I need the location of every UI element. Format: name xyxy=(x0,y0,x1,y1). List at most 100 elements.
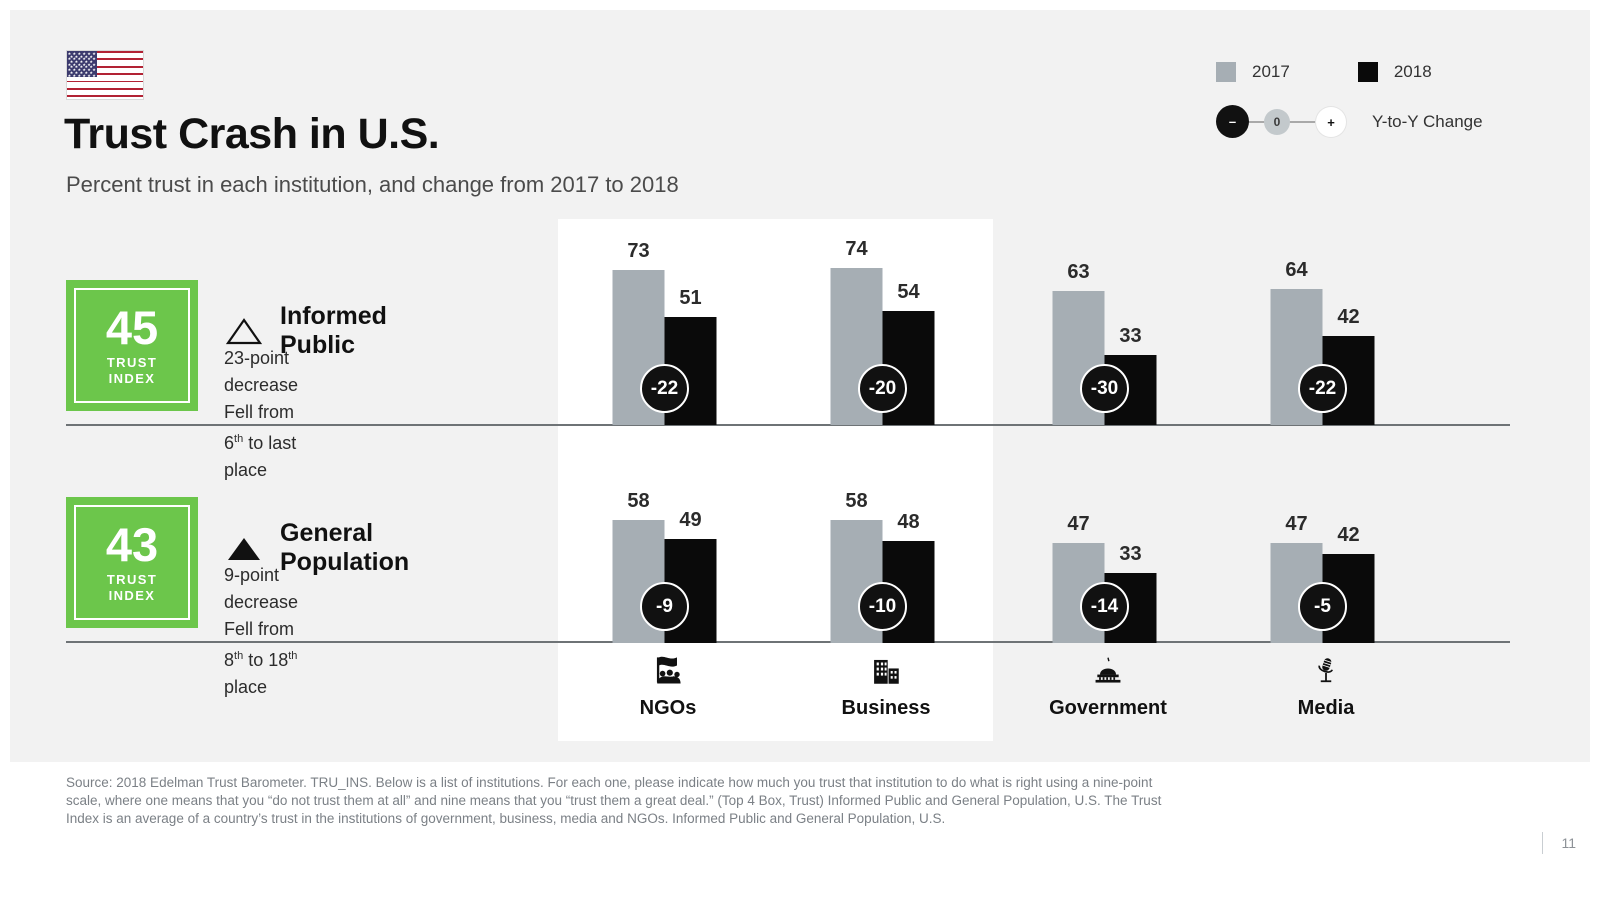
trust-index-box: 43 TRUST INDEX xyxy=(66,497,198,628)
category-label-group: Media xyxy=(1216,653,1436,720)
bar-pair: 47 42 -5 xyxy=(1249,437,1404,643)
legend-swatch-2017 xyxy=(1216,62,1236,82)
page-title: Trust Crash in U.S. xyxy=(64,110,440,158)
category-label-group: NGOs xyxy=(558,653,778,720)
delta-badge: -30 xyxy=(1080,364,1129,413)
audience-detail-line2: Fell from 8th to 18th place xyxy=(224,616,298,701)
delta-badge: -14 xyxy=(1080,582,1129,631)
y-to-y-change-scale: – 0 + Y-to-Y Change xyxy=(1216,105,1483,139)
chart-row-general-population: 47 42 -5 xyxy=(1216,437,1436,643)
chart-group-ngos: 73 51 -22 58 49 -9 NGOs xyxy=(558,219,778,744)
chart-row-informed-public: 74 54 -20 xyxy=(776,219,996,425)
trust-index-value: 43 xyxy=(105,517,159,571)
chart-row-general-population: 58 49 -9 xyxy=(558,437,778,643)
detail-post: place xyxy=(224,677,268,697)
delta-badge: -22 xyxy=(640,364,689,413)
detail-sup: th xyxy=(234,433,244,445)
legend-label-2018: 2018 xyxy=(1393,62,1432,81)
scale-caption: Y-to-Y Change xyxy=(1372,112,1483,131)
flag-stripe xyxy=(67,95,143,98)
bar-pair: 73 51 -22 xyxy=(591,219,746,425)
audience-name: General Population xyxy=(280,519,410,576)
footer: Source: 2018 Edelman Trust Barometer. TR… xyxy=(0,762,1600,902)
chart-row-informed-public: 64 42 -22 xyxy=(1216,219,1436,425)
page-number-value: 11 xyxy=(1561,835,1576,851)
ngo-flag-icon xyxy=(558,653,778,687)
bar-value-label: 64 xyxy=(1285,259,1308,281)
flag-stripe xyxy=(67,91,143,94)
delta-badge: -9 xyxy=(640,582,689,631)
audience-detail-line1: 23-point decrease xyxy=(224,348,299,395)
legend: 2017 2018 xyxy=(1216,62,1432,82)
bar-chart: 73 51 -22 58 49 -9 NGOs 74 54 -20 58 48 -10 Business 6… xyxy=(558,219,1548,744)
bar-value-label: 49 xyxy=(679,509,702,531)
source-note: Source: 2018 Edelman Trust Barometer. TR… xyxy=(66,775,1162,826)
trust-index-caption: TRUST INDEX xyxy=(107,355,157,387)
bar-value-label: 48 xyxy=(897,511,920,533)
category-label: Business xyxy=(841,697,931,719)
triangle-outline-icon xyxy=(224,316,264,346)
bar-value-label: 47 xyxy=(1067,513,1090,535)
flag-star-icon: ★ xyxy=(77,72,82,78)
audience-detail: 9-point decrease Fell from 8th to 18th p… xyxy=(224,562,298,701)
bar-value-label: 42 xyxy=(1337,306,1360,328)
bar-value-label: 47 xyxy=(1285,513,1308,535)
page-number: 11 xyxy=(1542,832,1576,854)
chart-row-general-population: 58 48 -10 xyxy=(776,437,996,643)
chart-group-government: 63 33 -30 47 33 -14 Government xyxy=(998,219,1218,744)
scale-node-plus-icon: + xyxy=(1316,107,1346,137)
scale-node-minus-icon: – xyxy=(1216,105,1249,138)
government-capitol-icon xyxy=(998,653,1218,687)
trust-index-caption-line2: INDEX xyxy=(108,587,156,603)
bar-pair: 58 49 -9 xyxy=(591,437,746,643)
bar-value-label: 42 xyxy=(1337,524,1360,546)
chart-row-informed-public: 63 33 -30 xyxy=(998,219,1218,425)
flag-star-icon: ★ xyxy=(67,72,72,78)
business-building-icon xyxy=(776,653,996,687)
trust-index-caption-line1: TRUST xyxy=(106,354,158,370)
bar-value-label: 54 xyxy=(897,281,920,303)
chart-row-general-population: 47 33 -14 xyxy=(998,437,1218,643)
flag-star-icon: ★ xyxy=(92,72,96,78)
bar-value-label: 33 xyxy=(1119,543,1142,565)
trust-index-value: 45 xyxy=(105,300,159,354)
detail-mid: to 18 xyxy=(243,650,289,670)
bar-value-label: 33 xyxy=(1119,325,1142,347)
legend-label-2017: 2017 xyxy=(1252,62,1290,81)
slide: ★ ★ ★ ★ ★ ★ ★ ★ ★ ★ ★ ★ ★ ★ ★ ★ ★ ★ ★ ★ ★ ★ ★ ★ ★ ★ ★ ★ ★ ★ ★ ★ ★ ★ ★ ★ ★ ★ ★ ★… xyxy=(0,0,1600,902)
category-label-group: Business xyxy=(776,653,996,720)
bar-pair: 74 54 -20 xyxy=(809,219,964,425)
bar-value-label: 73 xyxy=(627,240,650,262)
category-label: Government xyxy=(1049,697,1167,719)
flag-star-icon: ★ xyxy=(72,72,77,78)
legend-item-2018: 2018 xyxy=(1357,62,1432,82)
flag-stripe xyxy=(67,84,143,87)
delta-badge: -10 xyxy=(858,582,907,631)
bar-pair: 58 48 -10 xyxy=(809,437,964,643)
chart-group-media: 64 42 -22 47 42 -5 Media xyxy=(1216,219,1436,744)
trust-index-caption-line2: INDEX xyxy=(108,370,156,386)
page-divider xyxy=(1542,832,1544,854)
category-label: Media xyxy=(1297,697,1355,719)
trust-index-caption: TRUST INDEX xyxy=(107,572,157,604)
audience-detail: 23-point decrease Fell from 6th to last … xyxy=(224,345,298,484)
delta-badge: -20 xyxy=(858,364,907,413)
category-label-group: Government xyxy=(998,653,1218,720)
page-subtitle: Percent trust in each institution, and c… xyxy=(66,172,679,197)
flag-canton: ★ ★ ★ ★ ★ ★ ★ ★ ★ ★ ★ ★ ★ ★ ★ ★ ★ ★ ★ ★ ★ ★ ★ ★ ★ ★ ★ ★ ★ ★ ★ ★ ★ ★ ★ ★ ★ ★ ★ ★… xyxy=(67,51,98,78)
bar-value-label: 51 xyxy=(679,287,702,309)
delta-badge: -22 xyxy=(1298,364,1347,413)
trust-index-box: 45 TRUST INDEX xyxy=(66,280,198,411)
chart-row-informed-public: 73 51 -22 xyxy=(558,219,778,425)
flag-star-icon: ★ xyxy=(82,72,86,78)
media-microphone-icon xyxy=(1216,653,1436,687)
detail-sup2: th xyxy=(288,650,298,662)
flag-stripe xyxy=(67,80,143,83)
bar-pair: 63 33 -30 xyxy=(1031,219,1186,425)
trust-index-inner: 43 TRUST INDEX xyxy=(74,505,190,620)
bar-pair: 64 42 -22 xyxy=(1249,219,1404,425)
legend-swatch-2018 xyxy=(1357,62,1378,82)
legend-item-2017: 2017 xyxy=(1216,62,1290,82)
audience-detail-line2: Fell from 6th to last place xyxy=(224,399,298,484)
category-label: NGOs xyxy=(639,697,697,719)
